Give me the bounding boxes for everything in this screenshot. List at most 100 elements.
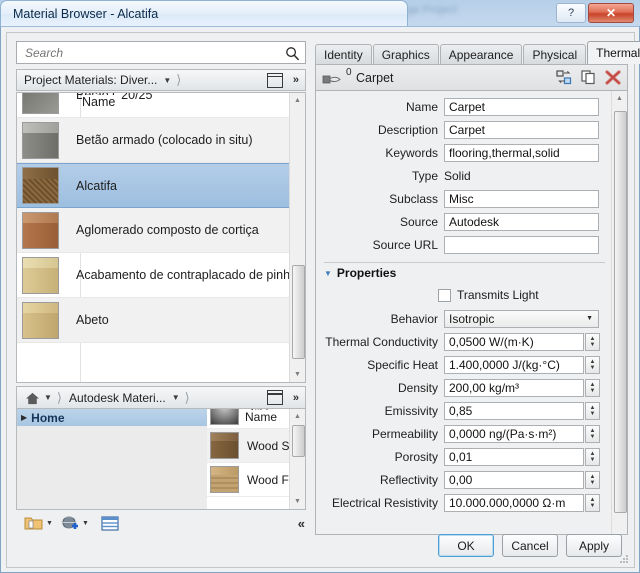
properties-scrollbar[interactable]: ▲ (611, 91, 627, 534)
table-row[interactable]: Betão armado (colocado in situ) (17, 118, 290, 163)
behavior-select[interactable]: Isotropic ▼ (444, 309, 599, 328)
scroll-up-icon[interactable]: ▲ (290, 93, 305, 108)
electrical-resistivity-stepper[interactable]: ▲ ▼ (585, 493, 600, 512)
reflectivity-input[interactable]: 0,00 (444, 470, 584, 489)
chevron-down-icon[interactable]: ▼ (586, 315, 593, 322)
table-row[interactable]: Aglomerado composto de cortiça (17, 208, 290, 253)
project-materials-list[interactable]: Name Betão C20/25 Betão armad (16, 92, 306, 383)
porosity-stepper[interactable]: ▲ ▼ (585, 447, 600, 466)
project-breadcrumb-bar[interactable]: Project Materials: Diver... ▼ ⟩ » (16, 69, 306, 91)
density-input[interactable]: 200,00 kg/m³ (444, 378, 584, 397)
ok-button[interactable]: OK (438, 534, 494, 557)
scrollbar-thumb[interactable] (292, 265, 305, 359)
library-panel-toggle-icon[interactable] (266, 390, 283, 405)
material-browser-window: Design Options Manage Project Material B… (0, 0, 640, 573)
electrical-resistivity-input[interactable]: 10.000.000,0000 Ω·m (444, 493, 584, 512)
collapse-panel-icon[interactable]: « (298, 516, 305, 531)
field-label: Thermal Conductivity (325, 334, 438, 349)
field-reflectivity: Reflectivity 0,00 ▲ ▼ (316, 468, 613, 491)
permeability-input[interactable]: 0,0000 ng/(Pa·s·m²) (444, 424, 584, 443)
table-row[interactable]: Abeto (17, 298, 290, 343)
scroll-up-icon[interactable]: ▲ (612, 91, 627, 106)
porosity-input[interactable]: 0,01 (444, 447, 584, 466)
library-body: ▶ Home Name Zinc (16, 409, 306, 510)
project-breadcrumb-dropdown-arrow[interactable]: ▼ (163, 76, 171, 85)
tree-expander-icon[interactable]: ▶ (21, 413, 27, 422)
scroll-down-icon[interactable]: ▼ (290, 367, 305, 382)
keywords-input[interactable]: flooring,thermal,solid (444, 143, 599, 162)
specific-heat-input[interactable]: 1.400,0000 J/(kg·°C) (444, 355, 584, 374)
emissivity-stepper[interactable]: ▲ ▼ (585, 401, 600, 420)
replace-asset-icon[interactable] (556, 70, 572, 88)
panel-toggle-icon[interactable] (266, 72, 283, 88)
description-input[interactable]: Carpet (444, 120, 599, 139)
transmits-light-checkbox[interactable] (438, 288, 451, 302)
home-dropdown-arrow[interactable]: ▼ (44, 393, 52, 402)
help-button[interactable]: ? (556, 3, 586, 23)
library-breadcrumb-arrow[interactable]: ▼ (172, 393, 180, 402)
properties-panel: Name Carpet Description Carpet Keywords … (315, 91, 628, 535)
new-library-caret[interactable]: ▼ (46, 520, 53, 527)
search-input[interactable] (23, 45, 277, 61)
table-row[interactable]: Acabamento de contraplacado de pinho (17, 253, 290, 298)
cancel-button[interactable]: Cancel (502, 534, 558, 557)
asset-name: Carpet (356, 70, 394, 85)
close-button[interactable]: ✕ (588, 3, 634, 23)
field-label: Keywords (385, 145, 438, 160)
tab-identity[interactable]: Identity (315, 44, 372, 64)
title-bar[interactable]: Material Browser - Alcatifa (0, 0, 408, 27)
search-box[interactable] (16, 41, 306, 64)
emissivity-input[interactable]: 0,85 (444, 401, 584, 420)
tab-graphics[interactable]: Graphics (372, 44, 439, 64)
thermal-conductivity-input[interactable]: 0,0500 W/(m·K) (444, 332, 584, 351)
tab-appearance[interactable]: Appearance (439, 44, 523, 64)
field-label: Description (377, 122, 438, 137)
home-icon[interactable] (25, 392, 39, 404)
table-row[interactable]: Alcatifa (17, 163, 290, 208)
specific-heat-stepper[interactable]: ▲ ▼ (585, 355, 600, 374)
library-list-scrollbar[interactable]: ▲ ▼ (289, 409, 305, 509)
globe-add-icon[interactable]: ▼ (60, 515, 89, 531)
library-tree[interactable]: ▶ Home (17, 409, 207, 509)
search-icon[interactable] (285, 46, 300, 61)
reflectivity-stepper[interactable]: ▲ ▼ (585, 470, 600, 489)
section-expander-icon[interactable]: ▼ (324, 269, 332, 278)
density-stepper[interactable]: ▲ ▼ (585, 378, 600, 397)
properties-section-header[interactable]: ▼ Properties (324, 263, 613, 283)
tree-item-home[interactable]: ▶ Home (17, 409, 207, 426)
list-view-icon[interactable] (101, 515, 119, 531)
permeability-stepper[interactable]: ▲ ▼ (585, 424, 600, 443)
library-breadcrumb-label[interactable]: Autodesk Materi... (69, 391, 166, 405)
scrollbar-thumb[interactable] (614, 111, 627, 513)
project-breadcrumb-label[interactable]: Project Materials: Diver... (24, 73, 157, 87)
tab-physical[interactable]: Physical (523, 44, 587, 64)
field-type: Type Solid (316, 164, 613, 187)
project-expand-icon[interactable]: » (293, 74, 299, 86)
behavior-value: Isotropic (449, 311, 495, 326)
scroll-up-icon[interactable]: ▲ (290, 409, 305, 424)
material-thumbnail (22, 301, 59, 339)
delete-asset-icon[interactable] (605, 70, 621, 88)
subclass-input[interactable]: Misc (444, 189, 599, 208)
library-material-list[interactable]: Name Zinc Wood Sl (207, 409, 305, 509)
library-breadcrumb-bar[interactable]: ▼ ⟩ Autodesk Materi... ▼ ⟩ » (16, 386, 306, 409)
project-list-scrollbar[interactable]: ▲ ▼ (289, 93, 305, 382)
library-expand-icon[interactable]: » (293, 392, 299, 404)
field-thermal-conductivity: Thermal Conductivity 0,0500 W/(m·K) ▲ ▼ (316, 330, 613, 353)
thermal-conductivity-stepper[interactable]: ▲ ▼ (585, 332, 600, 351)
new-library-folder-icon[interactable]: ▼ (24, 515, 53, 531)
library-options-caret[interactable]: ▼ (82, 520, 89, 527)
apply-button[interactable]: Apply (566, 534, 622, 557)
list-item[interactable]: Wood Sl (207, 429, 292, 463)
name-input[interactable]: Carpet (444, 97, 599, 116)
source-url-input[interactable] (444, 235, 599, 254)
list-item[interactable]: Wood Fl (207, 463, 292, 497)
source-input[interactable]: Autodesk (444, 212, 599, 231)
field-permeability: Permeability 0,0000 ng/(Pa·s·m²) ▲ ▼ (316, 422, 613, 445)
resize-grip[interactable] (618, 553, 629, 564)
scrollbar-thumb[interactable] (292, 425, 305, 457)
tab-thermal[interactable]: Thermal (587, 41, 640, 64)
scroll-down-icon[interactable]: ▼ (290, 494, 305, 509)
duplicate-asset-icon[interactable] (581, 70, 596, 88)
table-row[interactable]: Betão C20/25 (17, 93, 290, 118)
